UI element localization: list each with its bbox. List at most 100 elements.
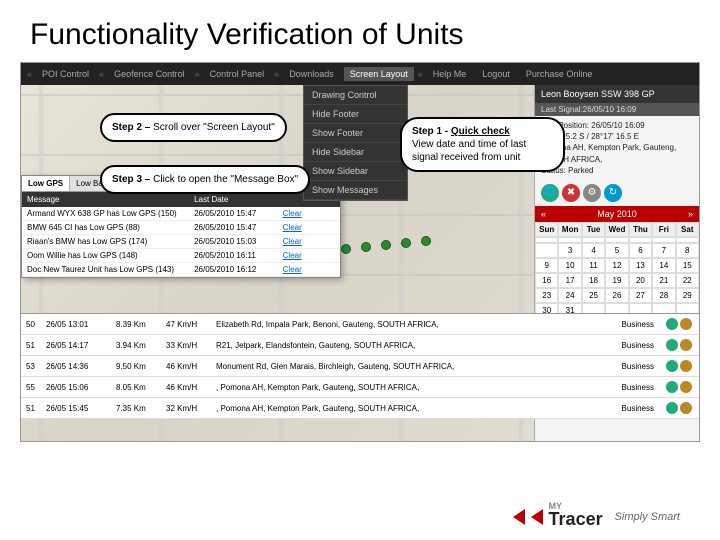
cal-day[interactable]: 12 [605, 258, 628, 273]
cal-dayhdr: Sun [535, 222, 558, 237]
msg-clear[interactable]: Clear [278, 235, 340, 248]
menu-logout[interactable]: Logout [476, 67, 516, 81]
msg-row: Doc New Taurez Unit has Low GPS (143)26/… [22, 263, 340, 277]
cal-day[interactable]: 13 [629, 258, 652, 273]
cal-day[interactable]: 9 [535, 258, 558, 273]
cal-day[interactable]: 7 [652, 243, 675, 258]
cal-day[interactable]: 16 [535, 273, 558, 288]
msg-row: Armand WYX 638 GP has Low GPS (150)26/05… [22, 207, 340, 221]
dd-showsidebar[interactable]: Show Sidebar [304, 162, 407, 181]
cal-day[interactable]: 25 [582, 288, 605, 303]
unit-name: Leon Booysen SSW 398 GP [535, 85, 699, 103]
cal-dayhdr: Mon [558, 222, 581, 237]
trip-row: 5126/05 15:457.35 Km32 Km/H, Pomona AH, … [21, 398, 699, 419]
gear-icon[interactable]: ⚙ [583, 184, 601, 202]
cal-day[interactable]: 23 [535, 288, 558, 303]
msg-row: Riaan's BMW has Low GPS (174)26/05/2010 … [22, 235, 340, 249]
globe-icon[interactable] [666, 339, 678, 351]
screen-layout-dropdown: Drawing Control Hide Footer Show Footer … [303, 85, 408, 201]
cal-day[interactable]: 19 [605, 273, 628, 288]
last-signal: Last Signal:26/05/10 16:09 [535, 103, 699, 116]
edit-icon[interactable] [680, 381, 692, 393]
action-icons: 🌐 ✖ ⚙ ↻ [535, 180, 699, 206]
cal-day[interactable]: 27 [629, 288, 652, 303]
menu-purchase[interactable]: Purchase Online [520, 67, 599, 81]
logo-text: MYTracer [549, 504, 603, 530]
globe-icon[interactable] [666, 318, 678, 330]
cal-dayhdr: Thu [629, 222, 652, 237]
globe-icon[interactable] [666, 402, 678, 414]
trip-row: 5326/05 14:369.50 Km46 Km/HMonument Rd, … [21, 356, 699, 377]
menu-controlpanel[interactable]: Control Panel [204, 67, 271, 81]
edit-icon[interactable] [680, 318, 692, 330]
cal-next-icon[interactable]: » [688, 209, 693, 219]
menu-geofence[interactable]: Geofence Control [108, 67, 191, 81]
callout-step3: Step 3 – Click to open the "Message Box" [100, 165, 310, 194]
cal-day[interactable]: 8 [676, 243, 699, 258]
cal-day[interactable]: 24 [558, 288, 581, 303]
cal-day[interactable]: 3 [558, 243, 581, 258]
globe-icon[interactable] [666, 360, 678, 372]
msg-date: 26/05/2010 15:47 [189, 207, 278, 220]
msg-date: 26/05/2010 15:47 [189, 221, 278, 234]
cal-day[interactable]: 26 [605, 288, 628, 303]
cal-day[interactable]: 29 [676, 288, 699, 303]
msg-text: Armand WYX 638 GP has Low GPS (150) [22, 207, 189, 220]
callout-step2: Step 2 – Scroll over "Screen Layout" [100, 113, 287, 142]
menu-screenlayout[interactable]: Screen Layout [344, 67, 414, 81]
cal-dayhdr: Wed [605, 222, 628, 237]
msg-clear[interactable]: Clear [278, 221, 340, 234]
msg-clear[interactable]: Clear [278, 249, 340, 262]
cal-day[interactable]: 18 [582, 273, 605, 288]
menu-help[interactable]: Help Me [427, 67, 473, 81]
dd-showmsg[interactable]: Show Messages [304, 181, 407, 200]
edit-icon[interactable] [680, 360, 692, 372]
cal-day[interactable]: 28 [652, 288, 675, 303]
footer-logo: MYTracer Simply Smart [513, 504, 680, 530]
tab-lowgps[interactable]: Low GPS [22, 176, 70, 191]
callout-step1: Step 1 - Quick check View date and time … [400, 117, 565, 172]
refresh-icon[interactable]: ↻ [604, 184, 622, 202]
msg-text: Oom Willie has Low GPS (148) [22, 249, 189, 262]
cal-day[interactable]: 14 [652, 258, 675, 273]
cal-day[interactable]: 15 [676, 258, 699, 273]
cal-day[interactable]: 6 [629, 243, 652, 258]
msg-date: 26/05/2010 16:11 [189, 249, 278, 262]
cal-day[interactable]: 10 [558, 258, 581, 273]
msg-clear[interactable]: Clear [278, 207, 340, 220]
dd-hidefooter[interactable]: Hide Footer [304, 105, 407, 124]
logo-tagline: Simply Smart [615, 511, 680, 523]
globe-icon[interactable] [666, 381, 678, 393]
stop-icon[interactable]: ✖ [562, 184, 580, 202]
trip-row: 5526/05 15:068.05 Km46 Km/H, Pomona AH, … [21, 377, 699, 398]
trip-table: 5026/05 13:018.39 Km47 Km/HElizabeth Rd,… [21, 313, 699, 419]
edit-icon[interactable] [680, 402, 692, 414]
cal-prev-icon[interactable]: « [541, 209, 546, 219]
cal-dayhdr: Fri [652, 222, 675, 237]
cal-day[interactable]: 5 [605, 243, 628, 258]
dd-hidesidebar[interactable]: Hide Sidebar [304, 143, 407, 162]
cal-day[interactable]: 4 [582, 243, 605, 258]
cal-day[interactable]: 21 [652, 273, 675, 288]
globe-icon[interactable]: 🌐 [541, 184, 559, 202]
cal-month: May 2010 [597, 209, 637, 219]
dd-drawing[interactable]: Drawing Control [304, 86, 407, 105]
dd-showfooter[interactable]: Show Footer [304, 124, 407, 143]
chevron-icon [531, 509, 543, 525]
msg-row: Oom Willie has Low GPS (148)26/05/2010 1… [22, 249, 340, 263]
edit-icon[interactable] [680, 339, 692, 351]
cal-dayhdr: Tue [582, 222, 605, 237]
msg-header: MessageLast Date [22, 192, 340, 207]
cal-day[interactable]: 11 [582, 258, 605, 273]
cal-day[interactable]: 20 [629, 273, 652, 288]
msg-date: 26/05/2010 15:03 [189, 235, 278, 248]
cal-day[interactable]: 22 [676, 273, 699, 288]
cal-day[interactable]: 17 [558, 273, 581, 288]
cal-dayhdr: Sat [676, 222, 699, 237]
menu-downloads[interactable]: Downloads [283, 67, 340, 81]
menu-poi[interactable]: POI Control [36, 67, 95, 81]
msg-clear[interactable]: Clear [278, 263, 340, 276]
msg-date: 26/05/2010 16:12 [189, 263, 278, 276]
chevron-icon [513, 509, 525, 525]
msg-text: Riaan's BMW has Low GPS (174) [22, 235, 189, 248]
